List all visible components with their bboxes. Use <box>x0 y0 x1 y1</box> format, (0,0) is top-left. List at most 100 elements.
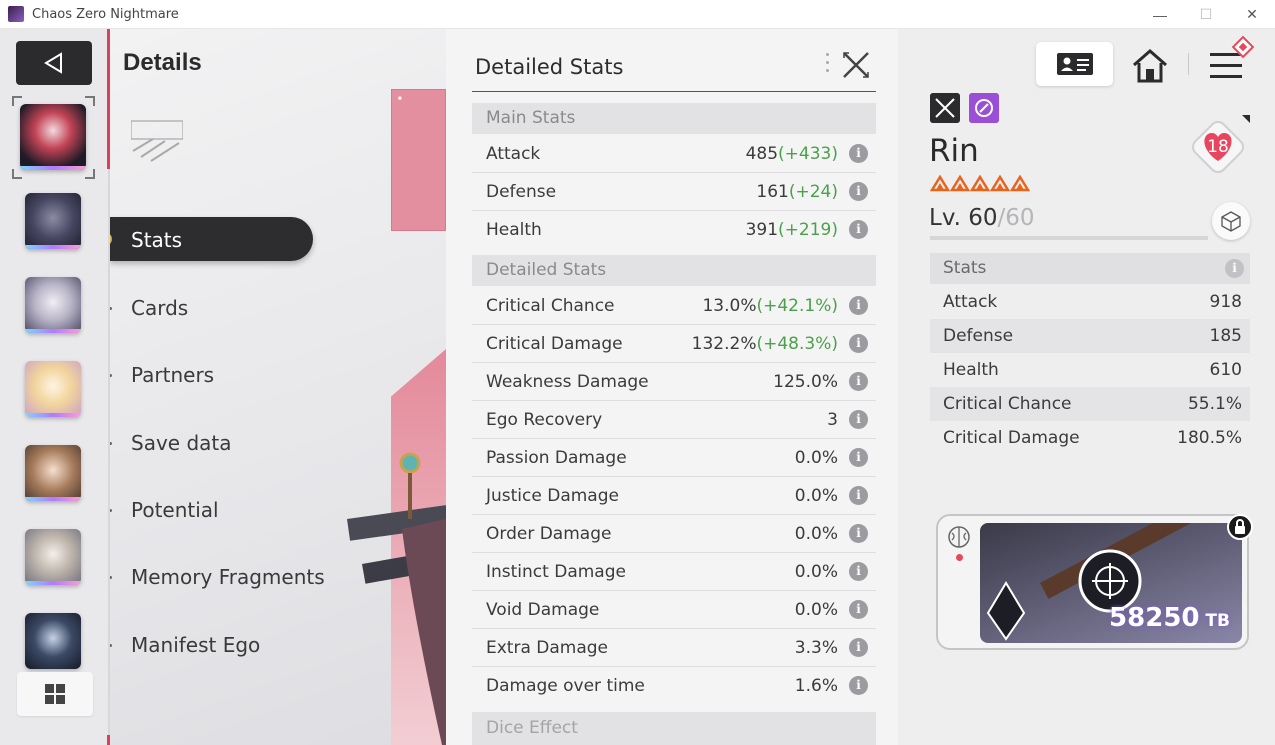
rarity-bar <box>25 497 81 501</box>
character-info-panel: Rin Lv. 60/60 18 Stats i Attack 918 Defe… <box>898 29 1275 745</box>
info-icon[interactable]: i <box>849 676 868 695</box>
stat-value: 132.2%(+48.3%) <box>691 334 838 354</box>
close-window-button[interactable]: ✕ <box>1229 0 1275 29</box>
info-icon[interactable]: i <box>849 144 868 163</box>
stat-row: Health 391(+219) i <box>472 211 876 249</box>
divider <box>472 91 876 92</box>
summary-stat-row: Critical Damage 180.5% <box>943 428 1242 448</box>
info-icon[interactable]: i <box>849 182 868 201</box>
info-icon[interactable]: i <box>1225 259 1244 278</box>
stat-value: 0.0% <box>794 562 838 582</box>
info-icon[interactable]: i <box>849 524 868 543</box>
cube-icon <box>1221 211 1241 232</box>
rarity-stars-icon <box>930 174 1031 192</box>
character-level: Lv. 60/60 <box>929 205 1035 231</box>
stat-name: Extra Damage <box>486 638 609 658</box>
info-icon[interactable]: i <box>849 486 868 505</box>
section-header-main-stats: Main Stats <box>472 103 876 134</box>
summary-stat-row: Defense 185 <box>930 319 1250 353</box>
details-menu: Details ■ Stats Cards Partners Save data… <box>110 29 446 745</box>
stat-row: Extra Damage 3.3% i <box>472 629 876 667</box>
grid-icon <box>45 684 65 704</box>
character-portrait[interactable] <box>25 193 81 249</box>
drag-handle[interactable] <box>826 53 830 77</box>
stat-name: Passion Damage <box>486 448 627 468</box>
memory-card[interactable]: 58250 TB <box>936 514 1253 650</box>
character-portrait[interactable] <box>25 277 81 333</box>
rarity-bar <box>20 166 86 170</box>
window-title: Chaos Zero Nightmare <box>32 6 179 22</box>
info-icon[interactable]: i <box>849 448 868 467</box>
brain-icon <box>948 526 970 548</box>
affinity-level: 18 <box>1207 137 1229 157</box>
memory-slot-indicator <box>956 554 963 561</box>
panel-title: Detailed Stats <box>475 55 624 79</box>
stat-name: Defense <box>486 182 557 202</box>
stat-row: Passion Damage 0.0% i <box>472 439 876 477</box>
stat-row: Critical Chance 13.0%(+42.1%) i <box>472 287 876 325</box>
summary-stat-row: Attack 918 <box>943 292 1242 312</box>
stat-name: Void Damage <box>486 600 600 620</box>
character-portrait[interactable] <box>25 529 81 585</box>
stat-row: Defense 161(+24) i <box>472 173 876 211</box>
stat-row: Weakness Damage 125.0% i <box>472 363 876 401</box>
back-button[interactable] <box>16 41 92 85</box>
stat-row: Damage over time 1.6% i <box>472 667 876 705</box>
info-icon[interactable]: i <box>849 296 868 315</box>
menu-item-stats[interactable]: Stats <box>110 217 313 261</box>
info-icon[interactable]: i <box>849 220 868 239</box>
maximize-button[interactable]: ☐ <box>1183 0 1229 29</box>
rarity-bar <box>25 581 81 585</box>
section-header-detailed-stats: Detailed Stats <box>472 255 876 286</box>
element-icon <box>969 93 999 123</box>
stat-value: 161(+24) <box>756 182 838 202</box>
menu-item-save-data[interactable]: Save data <box>110 431 232 455</box>
profile-card-button[interactable] <box>1036 42 1113 86</box>
stat-row: Void Damage 0.0% i <box>472 591 876 629</box>
menu-item-potential[interactable]: Potential <box>110 498 219 522</box>
info-icon[interactable]: i <box>849 410 868 429</box>
active-marker-icon <box>110 232 112 246</box>
menu-item-memory-fragments[interactable]: Memory Fragments <box>110 565 325 589</box>
minimize-button[interactable]: — <box>1137 0 1183 29</box>
menu-item-partners[interactable]: Partners <box>110 363 214 387</box>
summary-stats-header: Stats i <box>930 253 1250 284</box>
info-icon[interactable]: i <box>849 600 868 619</box>
stat-value: 125.0% <box>773 372 838 392</box>
info-icon[interactable]: i <box>849 638 868 657</box>
menu-item-cards[interactable]: Cards <box>110 296 188 320</box>
lock-icon[interactable] <box>1227 514 1253 540</box>
info-icon[interactable]: i <box>849 372 868 391</box>
stat-name: Attack <box>486 144 541 164</box>
info-icon[interactable]: i <box>849 562 868 581</box>
stat-name: Weakness Damage <box>486 372 649 392</box>
character-portrait[interactable] <box>25 613 81 669</box>
cube-button[interactable] <box>1212 202 1250 240</box>
stat-name: Health <box>486 220 542 240</box>
back-arrow-icon <box>44 52 62 74</box>
info-icon[interactable]: i <box>849 334 868 353</box>
character-portrait-selected[interactable] <box>20 104 86 170</box>
stat-value: 1.6% <box>794 676 838 696</box>
close-icon[interactable] <box>841 50 871 80</box>
affinity-badge[interactable]: 18 <box>1186 115 1250 179</box>
stat-row: Ego Recovery 3 i <box>472 401 876 439</box>
stat-row: Critical Damage 132.2%(+48.3%) i <box>472 325 876 363</box>
menu-item-manifest-ego[interactable]: Manifest Ego <box>110 633 260 657</box>
decorative-panel: ■ <box>391 89 446 231</box>
class-icon <box>930 93 960 123</box>
stat-name: Ego Recovery <box>486 410 603 430</box>
home-icon[interactable] <box>1130 47 1170 83</box>
character-portrait[interactable] <box>25 445 81 501</box>
stat-value: 0.0% <box>794 486 838 506</box>
decor-mark: ■ <box>398 96 402 102</box>
grid-view-button[interactable] <box>17 672 93 716</box>
rarity-bar <box>25 245 81 249</box>
character-list <box>0 29 111 745</box>
character-name: Rin <box>929 133 979 169</box>
window-titlebar: Chaos Zero Nightmare — ☐ ✕ <box>0 0 1275 29</box>
page-title: Details <box>123 49 202 76</box>
rarity-bar <box>25 329 81 333</box>
character-portrait[interactable] <box>25 361 81 417</box>
id-card-icon <box>1056 53 1093 75</box>
